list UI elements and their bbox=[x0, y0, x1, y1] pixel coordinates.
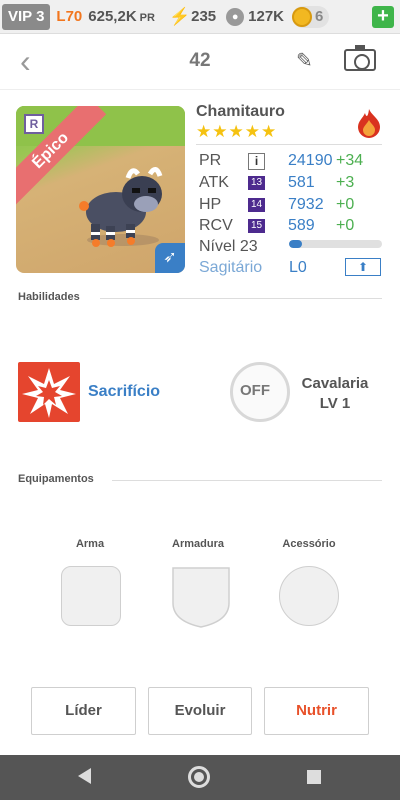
paw-icon: ● bbox=[226, 7, 245, 26]
arrow-up-icon: ⬆ bbox=[357, 260, 369, 274]
info-icon[interactable]: i bbox=[248, 153, 265, 170]
stat-label-rcv: RCV bbox=[199, 217, 233, 234]
pet-portrait[interactable]: Épico R ➶ bbox=[16, 106, 185, 273]
coin-icon bbox=[292, 6, 312, 27]
pet-header: ‹ 42 ✎ bbox=[0, 34, 400, 90]
power-unit: PR bbox=[139, 12, 155, 24]
stat-badge-hp: 14 bbox=[248, 198, 265, 212]
level-label: Nível 23 bbox=[199, 238, 258, 255]
power-value: 625,2K bbox=[88, 8, 137, 25]
stat-badge-atk: 13 bbox=[248, 176, 265, 190]
name-divider bbox=[196, 144, 382, 145]
equipment-divider bbox=[112, 480, 382, 481]
slot-label-armor: Armadura bbox=[172, 538, 224, 550]
pet-name: Chamitauro bbox=[196, 103, 285, 120]
level-progress-bar bbox=[289, 240, 382, 248]
power-total: 625,2K PR bbox=[88, 8, 155, 25]
skill-name-primary[interactable]: Sacrifício bbox=[88, 383, 160, 401]
zodiac-label[interactable]: Sagitário bbox=[199, 259, 262, 277]
plus-icon: + bbox=[377, 5, 389, 27]
equipment-title: Equipamentos bbox=[18, 473, 94, 485]
explosion-icon[interactable] bbox=[18, 362, 80, 422]
pencil-icon[interactable]: ✎ bbox=[296, 48, 313, 73]
stat-value-rcv: 589 bbox=[288, 217, 315, 234]
pet-image bbox=[79, 167, 163, 247]
stat-value-hp: 7932 bbox=[288, 196, 324, 213]
vip-badge[interactable]: VIP 3 bbox=[2, 3, 51, 30]
leader-button[interactable]: Líder bbox=[31, 687, 136, 735]
armor-slot[interactable] bbox=[170, 565, 232, 629]
rank-badge: R bbox=[24, 114, 44, 134]
explosion-graphic bbox=[22, 368, 76, 418]
stat-label-atk: ATK bbox=[199, 174, 229, 191]
add-currency-button[interactable]: + bbox=[372, 6, 394, 28]
stat-label-pr: PR bbox=[199, 152, 222, 169]
stat-bonus-hp: +0 bbox=[336, 196, 355, 213]
stat-badge-rcv: 15 bbox=[248, 219, 265, 233]
stat-bonus-rcv: +0 bbox=[336, 217, 355, 234]
stat-label-hp: HP bbox=[199, 196, 222, 213]
skill2-title: Cavalaria bbox=[301, 375, 369, 392]
skills-divider bbox=[100, 298, 382, 299]
star-rating: ★★★★★ bbox=[196, 122, 278, 141]
skill-name-secondary: Cavalaria LV 1 bbox=[300, 374, 370, 414]
skill2-level: LV 1 bbox=[319, 395, 351, 412]
nav-recents-icon[interactable] bbox=[307, 770, 321, 784]
food-value: 127K bbox=[248, 8, 284, 25]
pet-count: 42 bbox=[189, 50, 211, 71]
energy-value: 235 bbox=[191, 8, 217, 25]
slot-label-weapon: Arma bbox=[75, 538, 105, 550]
stat-value-pr: 24190 bbox=[288, 152, 333, 169]
upgrade-button[interactable]: ⬆ bbox=[345, 258, 381, 276]
fire-icon bbox=[358, 109, 380, 138]
sagittarius-icon: ➶ bbox=[155, 243, 185, 273]
player-level: L70 bbox=[56, 8, 83, 25]
system-nav-bar bbox=[0, 755, 400, 800]
nav-back-icon[interactable] bbox=[78, 768, 91, 784]
lightning-icon: ⚡ bbox=[168, 6, 191, 26]
skill-off-label: OFF bbox=[240, 382, 270, 399]
status-bar: VIP 3 L70 625,2K PR ⚡ 235 ● 127K 6 + bbox=[0, 0, 400, 34]
skills-title: Habilidades bbox=[18, 291, 80, 303]
accessory-slot[interactable] bbox=[279, 566, 339, 626]
coin-value: 6 bbox=[315, 8, 324, 25]
slot-label-accessory: Acessório bbox=[282, 538, 336, 550]
feed-button[interactable]: Nutrir bbox=[264, 687, 369, 735]
camera-icon[interactable] bbox=[344, 45, 376, 71]
stat-bonus-atk: +3 bbox=[336, 174, 355, 191]
coin-counter: 6 bbox=[292, 5, 330, 28]
stat-bonus-pr: +34 bbox=[336, 152, 364, 169]
weapon-slot[interactable] bbox=[61, 566, 121, 626]
level-progress-fill bbox=[289, 240, 303, 248]
evolve-button[interactable]: Evoluir bbox=[148, 687, 252, 735]
stat-value-atk: 581 bbox=[288, 174, 315, 191]
nav-home-icon[interactable] bbox=[188, 766, 210, 788]
zodiac-level: L0 bbox=[289, 259, 307, 276]
